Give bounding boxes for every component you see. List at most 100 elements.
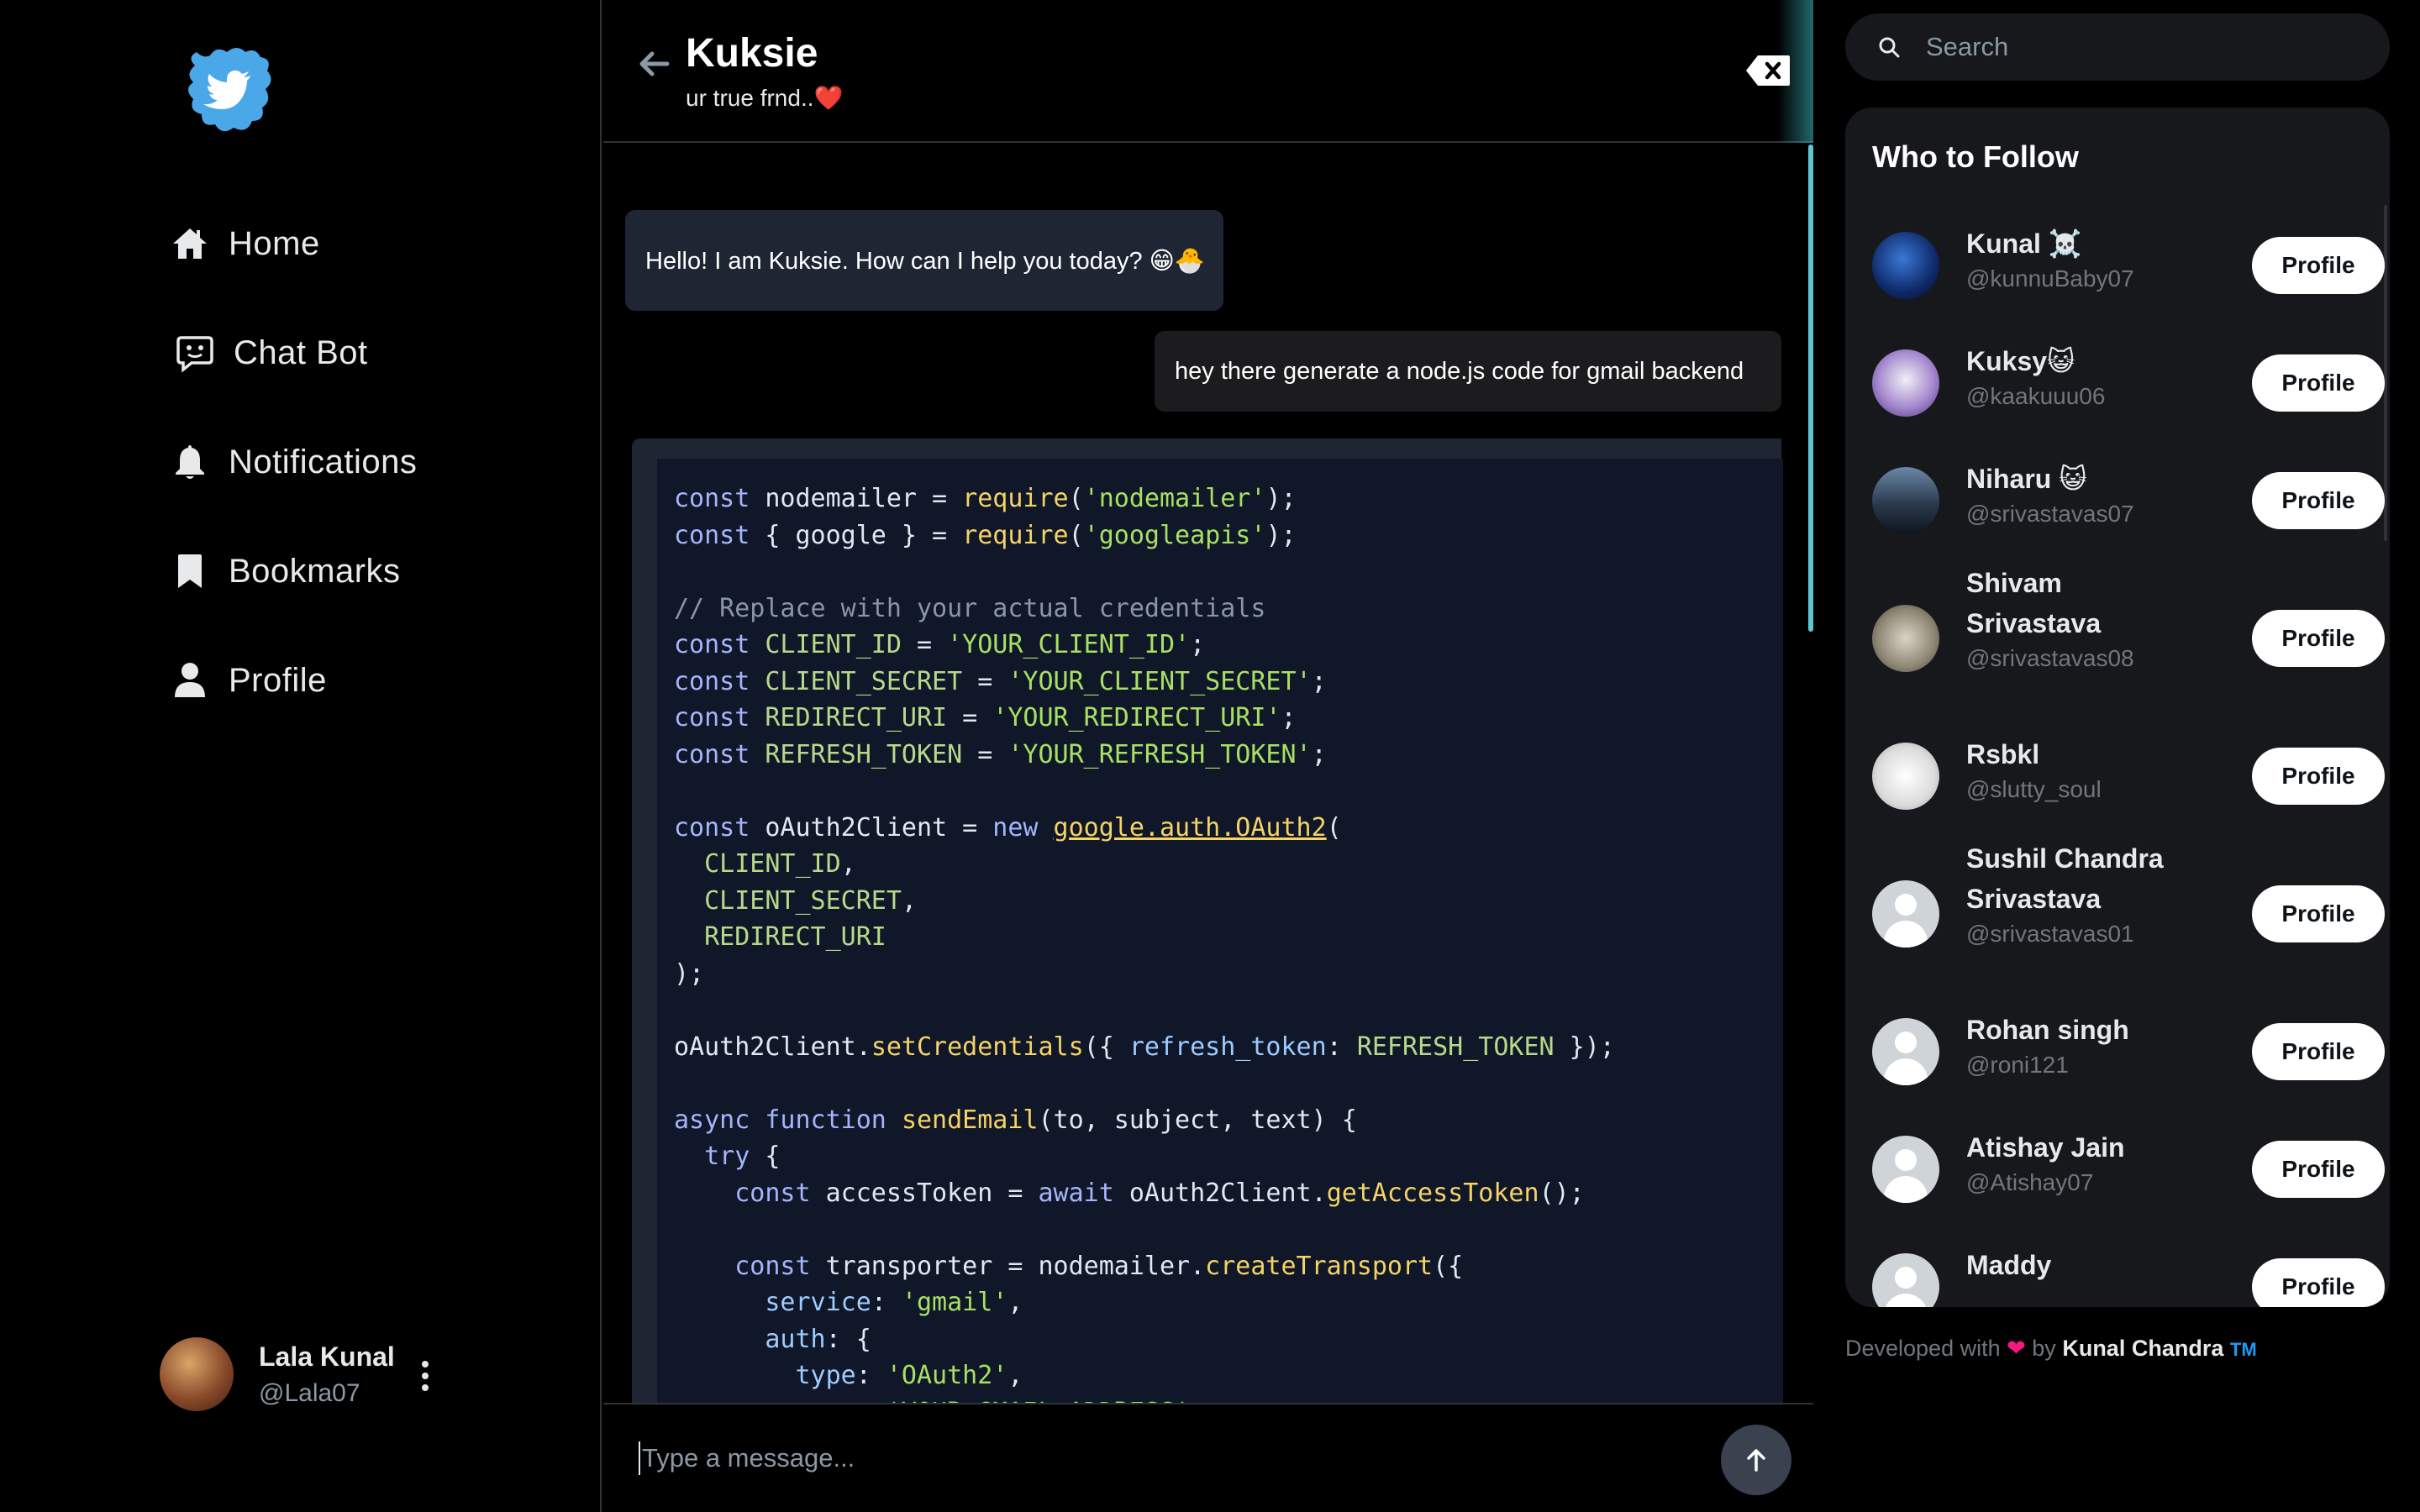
nav-label-chat-bot: Chat Bot — [234, 333, 368, 371]
bot-message-bubble: Hello! I am Kuksie. How can I help you t… — [625, 210, 1223, 311]
code-line: const accessToken = await oAuth2Client.g… — [734, 1178, 1585, 1208]
nav-item-profile[interactable]: Profile — [168, 651, 417, 710]
code-line: type: 'OAuth2', — [795, 1361, 1023, 1390]
person-icon — [168, 659, 212, 702]
code-line: const oAuth2Client = new google.auth.OAu… — [674, 812, 1342, 843]
chat-title: Kuksie — [686, 31, 818, 76]
code-line: const nodemailer = require('nodemailer')… — [674, 484, 1297, 513]
follow-user-name: Atishay Jain — [1966, 1132, 2125, 1163]
code-line: const { google } = require('googleapis')… — [674, 520, 1297, 550]
right-sidebar: Search Who to Follow Kunal ☠️ @kunnuBaby… — [1815, 0, 2420, 1512]
arrow-up-icon — [1747, 1449, 1765, 1472]
more-options-icon[interactable] — [420, 1361, 430, 1391]
search-input[interactable]: Search — [1926, 32, 2008, 62]
current-user-handle: @Lala07 — [259, 1378, 360, 1407]
who-to-follow-panel: Who to Follow Kunal ☠️ @kunnuBaby07 Prof… — [1845, 108, 2390, 1307]
who-to-follow-scrollbar[interactable] — [2384, 205, 2387, 541]
avatar — [1872, 743, 1939, 810]
follow-user-handle: @slutty_soul — [1966, 776, 2102, 802]
follow-user-handle: @srivastavas07 — [1966, 501, 2134, 527]
back-arrow-icon[interactable] — [634, 44, 674, 84]
profile-button[interactable]: Profile — [2252, 1141, 2385, 1198]
code-line: const CLIENT_ID = 'YOUR_CLIENT_ID'; — [674, 630, 1206, 659]
code-line: const REFRESH_TOKEN = 'YOUR_REFRESH_TOKE… — [674, 739, 1327, 769]
avatar — [1872, 605, 1939, 672]
code-line: try { — [704, 1142, 781, 1171]
profile-button[interactable]: Profile — [2252, 748, 2385, 805]
avatar — [1872, 467, 1939, 534]
code-line: auth: { — [765, 1324, 871, 1354]
follow-user-handle: @srivastavas08 — [1966, 645, 2134, 671]
code-line: async function sendEmail(to, subject, te… — [674, 1105, 1357, 1135]
user-message-bubble: hey there generate a node.js code for gm… — [1155, 331, 1781, 412]
code-line: service: 'gmail', — [765, 1288, 1023, 1317]
chat-subtitle: ur true frnd..❤️ — [686, 85, 844, 111]
message-input[interactable]: Type a message... — [639, 1441, 855, 1475]
nav-item-home[interactable]: Home — [168, 214, 417, 273]
code-line: CLIENT_ID, — [704, 849, 856, 879]
avatar — [1872, 349, 1939, 417]
code-line: ); — [674, 958, 705, 989]
code-line: CLIENT_SECRET, — [704, 885, 917, 916]
footer-tm: TM — [2229, 1339, 2257, 1360]
follow-user-name: Rsbkl — [1966, 739, 2040, 769]
nav-item-bookmarks[interactable]: Bookmarks — [168, 542, 417, 601]
chat-scrollbar[interactable] — [1808, 144, 1813, 632]
avatar — [1872, 1253, 1939, 1307]
follow-user-name: Niharu 😺 — [1966, 464, 2087, 494]
footer: Developed with ❤ by Kunal Chandra TM — [1845, 1336, 2257, 1362]
nav-label-bookmarks: Bookmarks — [229, 552, 401, 590]
code-block: const nodemailer = require('nodemailer')… — [632, 438, 1783, 1416]
footer-author[interactable]: Kunal Chandra — [2062, 1336, 2223, 1361]
chat-header: Kuksie ur true frnd..❤️ — [603, 0, 1813, 143]
profile-button[interactable]: Profile — [2252, 1023, 2385, 1080]
profile-button[interactable]: Profile — [2252, 885, 2385, 942]
footer-prefix: Developed with — [1845, 1336, 2001, 1361]
avatar — [1872, 232, 1939, 299]
send-button[interactable] — [1721, 1425, 1791, 1495]
current-user-name: Lala Kunal — [259, 1341, 395, 1372]
nav-item-notifications[interactable]: Notifications — [168, 433, 417, 491]
nav-label-profile: Profile — [229, 661, 327, 699]
nav-label-notifications: Notifications — [229, 443, 418, 480]
profile-button[interactable]: Profile — [2252, 472, 2385, 529]
chat-bot-icon — [173, 331, 217, 375]
profile-button[interactable]: Profile — [2252, 354, 2385, 412]
home-icon — [168, 222, 212, 265]
main-nav: Home Chat Bot Notifications Bookmarks Pr… — [168, 214, 417, 760]
clear-chat-backspace-icon[interactable] — [1744, 54, 1791, 87]
avatar — [1872, 880, 1939, 948]
avatar — [160, 1337, 234, 1411]
message-composer: Type a message... — [603, 1403, 1813, 1512]
code-line: const REDIRECT_URI = 'YOUR_REDIRECT_URI'… — [674, 703, 1297, 732]
search-icon — [1877, 35, 1901, 59]
bell-icon — [168, 440, 212, 484]
code-line: oAuth2Client.setCredentials({ refresh_to… — [674, 1032, 1615, 1062]
follow-user-name: Sushil Chandra Srivastava — [1966, 843, 2164, 914]
who-to-follow-title: Who to Follow — [1872, 139, 2079, 174]
follow-user-handle: @Atishay07 — [1966, 1169, 2094, 1195]
code-line: const CLIENT_SECRET = 'YOUR_CLIENT_SECRE… — [674, 666, 1327, 696]
profile-button[interactable]: Profile — [2252, 237, 2385, 294]
left-sidebar: Home Chat Bot Notifications Bookmarks Pr… — [0, 0, 602, 1512]
profile-button[interactable]: Profile — [2252, 1258, 2385, 1307]
heart-icon: ❤ — [2007, 1336, 2026, 1361]
search-bar[interactable]: Search — [1845, 13, 2390, 81]
follow-user-name: Kunal ☠️ — [1966, 228, 2082, 259]
code-line: // Replace with your actual credentials — [674, 593, 1266, 623]
follow-user-handle: @roni121 — [1966, 1052, 2069, 1078]
current-user-card[interactable]: Lala Kunal @Lala07 — [160, 1337, 445, 1411]
code-line: REDIRECT_URI — [704, 922, 886, 952]
nav-label-home: Home — [229, 224, 320, 262]
follow-user-name: Kuksy😺 — [1966, 346, 2075, 376]
chat-panel: Kuksie ur true frnd..❤️ Hello! I am Kuks… — [603, 0, 1813, 1512]
follow-user-name: Rohan singh — [1966, 1015, 2129, 1045]
profile-button[interactable]: Profile — [2252, 610, 2385, 667]
nav-item-chat-bot[interactable]: Chat Bot — [168, 323, 417, 382]
follow-user-handle: @kaakuuu06 — [1966, 383, 2106, 409]
follow-user-handle: @kunnuBaby07 — [1966, 265, 2134, 291]
twitter-logo-icon[interactable] — [178, 40, 279, 141]
